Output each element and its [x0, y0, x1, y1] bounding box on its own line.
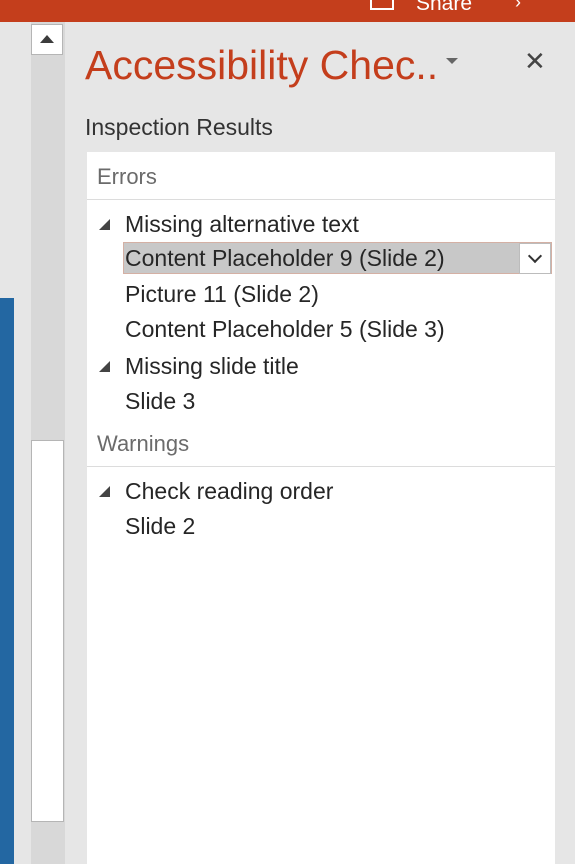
- chevron-down-icon: [527, 248, 543, 264]
- scroll-up-button[interactable]: [31, 24, 63, 55]
- result-item-selected[interactable]: Content Placeholder 9 (Slide 2): [123, 242, 552, 274]
- share-icon[interactable]: [370, 0, 394, 10]
- scrollbar-thumb[interactable]: [31, 440, 64, 822]
- collapse-triangle-icon[interactable]: [99, 219, 110, 230]
- chevron-right-icon[interactable]: ›: [515, 0, 521, 11]
- category-missing-slide-title[interactable]: Missing slide title: [125, 353, 299, 380]
- pane-title: Accessibility Chec..: [85, 42, 439, 88]
- category-missing-alt-text[interactable]: Missing alternative text: [125, 211, 359, 238]
- collapse-triangle-icon[interactable]: [99, 361, 110, 372]
- category-check-reading-order[interactable]: Check reading order: [125, 478, 333, 505]
- share-button[interactable]: Share: [416, 0, 472, 15]
- result-item[interactable]: Content Placeholder 5 (Slide 3): [125, 316, 445, 343]
- inspection-results-label: Inspection Results: [85, 114, 273, 140]
- inspection-results-list: Errors Missing alternative text Content …: [87, 152, 555, 864]
- collapse-triangle-icon[interactable]: [99, 486, 110, 497]
- result-item[interactable]: Picture 11 (Slide 2): [125, 281, 319, 308]
- warnings-header: Warnings: [97, 431, 190, 456]
- ribbon-bar: Share ›: [0, 0, 575, 22]
- slide-thumbnail-edge: [0, 298, 14, 864]
- triangle-up-icon: [40, 35, 54, 43]
- result-item[interactable]: Slide 2: [125, 513, 195, 540]
- triangle-down-icon[interactable]: [446, 58, 458, 64]
- divider: [87, 466, 555, 467]
- divider: [87, 199, 555, 200]
- item-menu-button[interactable]: [519, 243, 551, 274]
- errors-header: Errors: [97, 164, 157, 189]
- result-item[interactable]: Slide 3: [125, 388, 195, 415]
- close-icon[interactable]: ✕: [524, 48, 546, 74]
